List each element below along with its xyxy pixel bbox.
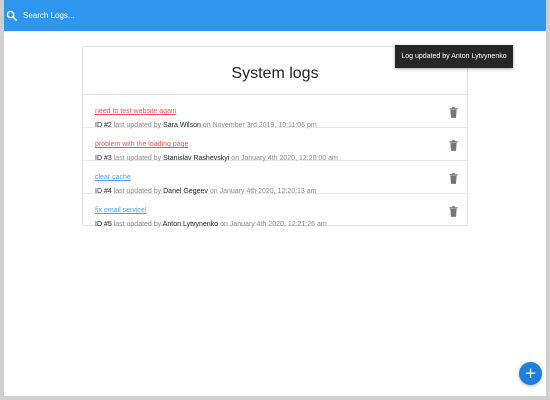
log-item: problem with the loading page ID #3 last… [83,128,467,162]
log-message-link[interactable]: problem with the loading page [95,141,188,148]
log-on-text: on [220,221,228,228]
log-item: need to test website again ID #2 last up… [83,95,467,129]
delete-icon[interactable] [449,140,458,151]
system-logs-card: System logs need to test website again I… [82,46,468,228]
top-search-bar [0,0,550,31]
log-message-link[interactable]: fix email service! [95,207,147,214]
log-id: ID #5 [95,221,112,228]
log-updated-text: last updated by [113,221,162,228]
search-input[interactable] [23,6,323,25]
log-meta: ID #5 last updated by Anton Lytvynenko o… [95,219,467,231]
log-date: January 4th 2020, 12:21:26 am [229,221,327,228]
log-message-link[interactable]: clear cache [95,174,131,181]
delete-icon[interactable] [449,173,458,184]
plus-icon: + [524,364,537,382]
delete-icon[interactable] [449,206,458,217]
delete-icon[interactable] [449,107,458,118]
log-item: fix email service! ID #5 last updated by… [83,194,467,228]
log-tech: Anton Lytvynenko [162,221,219,228]
toast-notification: Log updated by Anton Lytvynenko [395,45,513,68]
search-icon [6,10,17,21]
add-log-button[interactable]: + [519,362,542,385]
log-item: clear cache ID #4 last updated by Danel … [83,161,467,195]
log-message-link[interactable]: need to test website again [95,108,176,115]
